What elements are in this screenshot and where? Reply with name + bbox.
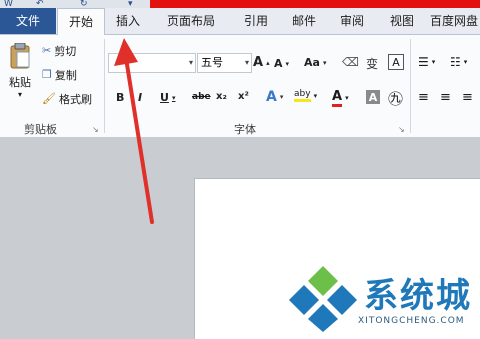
tab-review[interactable]: 审阅 — [332, 8, 372, 34]
clear-formatting-button[interactable]: ⌫ — [342, 55, 359, 69]
customize-qat-icon[interactable]: ▾ — [128, 0, 133, 9]
eraser-icon: ⌫ — [342, 55, 359, 69]
tab-baidu-netdisk[interactable]: 百度网盘 — [430, 8, 480, 34]
tab-insert[interactable]: 插入 — [108, 8, 148, 34]
subscript-button[interactable]: x₂ — [216, 91, 227, 102]
shrink-font-label: A — [274, 57, 283, 70]
clipboard-group-label: 剪贴板 — [24, 123, 57, 136]
font-size-value: 五号 — [201, 56, 223, 69]
tab-page-layout[interactable]: 页面布局 — [158, 8, 224, 34]
align-left-button[interactable]: ≡ — [418, 90, 429, 105]
text-effects-button[interactable]: A ▾ — [266, 89, 283, 105]
quick-access-toolbar: W ↶ ↻ ▾ — [0, 0, 480, 9]
clipboard-icon — [9, 42, 31, 72]
copy-button[interactable]: ❐ 复制 — [42, 67, 77, 83]
undo-icon[interactable]: ↶ — [36, 0, 44, 9]
character-shading-button[interactable]: A — [366, 90, 380, 104]
word-icon[interactable]: W — [4, 0, 13, 9]
chevron-down-icon[interactable]: ▾ — [245, 54, 249, 72]
tab-mailings[interactable]: 邮件 — [284, 8, 324, 34]
numbering-icon: ☷ — [450, 55, 461, 69]
superscript-button[interactable]: x² — [238, 91, 249, 102]
copy-icon: ❐ — [42, 68, 52, 81]
character-shading-label: A — [368, 90, 378, 104]
format-painter-label: 格式刷 — [58, 93, 92, 106]
shrink-font-button[interactable]: A ▾ — [274, 57, 289, 70]
grow-font-button[interactable]: A ▴ — [253, 55, 270, 70]
bold-button[interactable]: B — [116, 91, 124, 104]
watermark-brand: 系统城 — [364, 276, 472, 316]
clipboard-launcher-icon[interactable]: ↘ — [92, 123, 99, 137]
paste-button[interactable]: 粘贴 ▾ — [6, 42, 34, 99]
copy-label: 复制 — [54, 69, 77, 82]
group-divider — [104, 39, 105, 133]
tab-references[interactable]: 引用 — [236, 8, 276, 34]
enclose-characters-button[interactable]: ㊈ — [388, 88, 403, 109]
font-launcher-icon[interactable]: ↘ — [398, 123, 405, 137]
enclose-characters-label: ㊈ — [388, 90, 404, 108]
ribbon-home: 粘贴 ▾ ✂ 剪切 ❐ 复制 🖌 格式刷 剪贴板 ↘ ▾ 五号 ▾ A ▴ A ▾ … — [0, 35, 480, 138]
numbering-button[interactable]: ☷ ▾ — [450, 55, 467, 69]
character-border-button[interactable]: A — [388, 54, 404, 70]
format-painter-button[interactable]: 🖌 格式刷 — [42, 91, 92, 107]
underline-button[interactable]: U ▾ — [160, 91, 175, 104]
ribbon-tab-bar: 文件 开始 插入 页面布局 引用 邮件 审阅 视图 百度网盘 — [0, 8, 480, 36]
underline-label: U — [160, 91, 169, 104]
chevron-down-icon[interactable]: ▾ — [189, 54, 193, 72]
highlight-label: aby — [294, 89, 311, 102]
font-color-label: A — [332, 89, 343, 107]
watermark-site: XITONGCHENG.COM — [358, 316, 465, 326]
cut-label: 剪切 — [54, 45, 77, 58]
tab-file[interactable]: 文件 — [0, 8, 56, 34]
subscript-label: x₂ — [216, 91, 227, 102]
site-watermark: 系统城 XITONGCHENG.COM — [288, 262, 478, 336]
bullets-icon: ☰ — [418, 55, 429, 69]
tab-view[interactable]: 视图 — [382, 8, 422, 34]
align-left-icon: ≡ — [418, 90, 429, 105]
cut-button[interactable]: ✂ 剪切 — [42, 43, 76, 59]
bullets-button[interactable]: ☰ ▾ — [418, 55, 435, 69]
strikethrough-label: abe — [192, 92, 211, 102]
paste-dropdown-icon[interactable]: ▾ — [18, 91, 22, 99]
paintbrush-icon: 🖌 — [42, 92, 56, 105]
font-size-combo[interactable]: 五号 ▾ — [197, 53, 252, 73]
title-bar-highlight — [150, 0, 480, 8]
italic-button[interactable]: I — [138, 91, 142, 104]
align-right-icon: ≡ — [462, 90, 473, 105]
scissors-icon: ✂ — [42, 44, 52, 57]
tab-home[interactable]: 开始 — [57, 8, 105, 36]
align-center-button[interactable]: ≡ — [440, 90, 451, 105]
font-color-button[interactable]: A ▾ — [332, 89, 349, 107]
font-group-label: 字体 — [234, 123, 256, 136]
superscript-label: x² — [238, 91, 249, 102]
phonetic-guide-button[interactable]: 变 — [366, 55, 378, 72]
text-effects-label: A — [266, 89, 277, 105]
align-right-button[interactable]: ≡ — [462, 90, 473, 105]
group-divider — [410, 39, 411, 133]
character-border-label: A — [392, 55, 400, 69]
change-case-label: Aa — [304, 56, 320, 69]
grow-font-label: A — [253, 55, 264, 70]
bold-label: B — [116, 91, 125, 104]
phonetic-guide-label: 变 — [366, 57, 379, 71]
font-name-combo[interactable]: ▾ — [108, 53, 196, 73]
strikethrough-button[interactable]: abe — [192, 92, 211, 102]
change-case-button[interactable]: Aa ▾ — [304, 56, 326, 69]
highlight-button[interactable]: aby ▾ — [294, 89, 317, 102]
align-center-icon: ≡ — [440, 90, 451, 105]
xitongcheng-logo-icon — [289, 266, 357, 332]
paste-label: 粘贴 — [9, 76, 31, 89]
redo-icon[interactable]: ↻ — [80, 0, 88, 9]
italic-label: I — [138, 91, 143, 104]
